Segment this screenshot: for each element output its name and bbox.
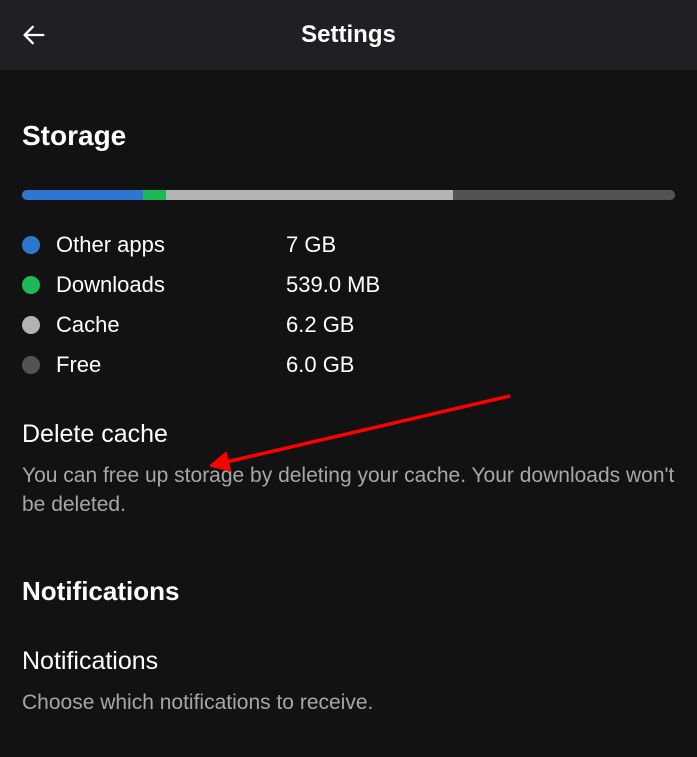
settings-content: Storage Other apps 7 GB Downloads 539.0 … xyxy=(0,70,697,717)
legend-label: Other apps xyxy=(56,232,286,258)
legend-row-cache: Cache 6.2 GB xyxy=(22,312,675,338)
legend-row-free: Free 6.0 GB xyxy=(22,352,675,378)
bar-segment-cache xyxy=(166,190,453,200)
legend-row-other-apps: Other apps 7 GB xyxy=(22,232,675,258)
notifications-item-desc: Choose which notifications to receive. xyxy=(22,688,675,717)
storage-section-title: Storage xyxy=(22,120,675,152)
dot-icon xyxy=(22,236,40,254)
bar-segment-downloads xyxy=(143,190,166,200)
header-bar: Settings xyxy=(0,0,697,70)
legend-value: 6.2 GB xyxy=(286,312,354,338)
notifications-item-title: Notifications xyxy=(22,647,675,676)
delete-cache-title: Delete cache xyxy=(22,420,675,449)
notifications-section-title: Notifications xyxy=(22,576,675,607)
delete-cache-desc: You can free up storage by deleting your… xyxy=(22,461,675,520)
dot-icon xyxy=(22,276,40,294)
bar-segment-free xyxy=(453,190,675,200)
legend-value: 6.0 GB xyxy=(286,352,354,378)
notifications-item[interactable]: Notifications Choose which notifications… xyxy=(22,647,675,717)
delete-cache-item[interactable]: Delete cache You can free up storage by … xyxy=(22,420,675,520)
back-button[interactable] xyxy=(18,19,50,51)
page-title: Settings xyxy=(0,21,697,49)
legend-label: Cache xyxy=(56,312,286,338)
bar-segment-other-apps xyxy=(22,190,143,200)
storage-usage-bar xyxy=(22,190,675,200)
back-arrow-icon xyxy=(20,21,48,49)
legend-value: 7 GB xyxy=(286,232,336,258)
storage-legend: Other apps 7 GB Downloads 539.0 MB Cache… xyxy=(22,232,675,378)
dot-icon xyxy=(22,316,40,334)
legend-label: Free xyxy=(56,352,286,378)
legend-label: Downloads xyxy=(56,272,286,298)
dot-icon xyxy=(22,356,40,374)
legend-value: 539.0 MB xyxy=(286,272,380,298)
legend-row-downloads: Downloads 539.0 MB xyxy=(22,272,675,298)
